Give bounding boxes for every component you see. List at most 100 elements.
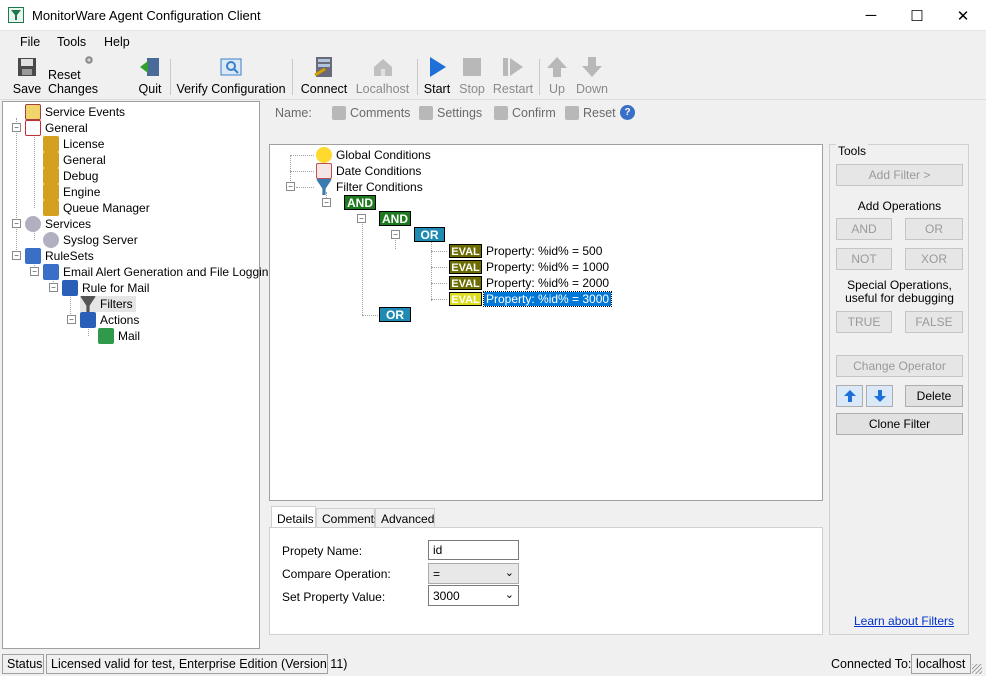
quit-button[interactable]: Quit [135, 55, 165, 99]
settings-icon [419, 106, 433, 120]
tab-comments[interactable]: Comments [316, 508, 380, 528]
special-operations-sublabel: useful for debugging [845, 291, 954, 305]
expander-and-2[interactable]: − [357, 214, 366, 223]
delete-button[interactable]: Delete [905, 385, 963, 407]
operator-or-nested[interactable]: OR [414, 227, 445, 242]
tree-rulesets[interactable]: RuleSets [25, 248, 94, 264]
property-condition-selected[interactable]: Property: %id% = 3000 [482, 291, 613, 307]
stop-icon [463, 58, 481, 76]
expander-rulesets[interactable]: − [12, 251, 21, 260]
tree-general[interactable]: General [25, 120, 88, 136]
maximize-button[interactable]: ☐ [894, 0, 940, 31]
localhost-button[interactable]: Localhost [355, 55, 410, 99]
tree-actions[interactable]: Actions [80, 312, 139, 328]
settings-button[interactable]: Settings [419, 106, 482, 120]
tree-syslog-server[interactable]: Syslog Server [43, 232, 138, 248]
operator-and-root[interactable]: AND [344, 195, 376, 210]
property-name-input[interactable]: id [428, 540, 519, 560]
close-button[interactable]: ✕ [940, 0, 986, 31]
property-condition[interactable]: Property: %id% = 2000 [486, 276, 609, 290]
operator-or-root[interactable]: OR [379, 307, 411, 322]
expander-actions[interactable]: − [67, 315, 76, 324]
start-button[interactable]: Start [422, 55, 452, 99]
reset-icon [85, 56, 93, 64]
tree-engine[interactable]: Engine [43, 184, 100, 200]
shield-gear-icon [43, 168, 59, 184]
menu-help[interactable]: Help [104, 35, 130, 49]
name-label: Name: [275, 106, 312, 120]
tab-advanced[interactable]: Advanced [375, 508, 435, 528]
tab-details[interactable]: Details [271, 506, 316, 527]
special-operations-label: Special Operations, [847, 278, 952, 292]
expander-ruleset-email[interactable]: − [30, 267, 39, 276]
tree-debug[interactable]: Debug [43, 168, 98, 184]
add-filter-button[interactable]: Add Filter > [836, 164, 963, 186]
eval-badge[interactable]: EVAL [449, 276, 482, 290]
connect-button[interactable]: Connect [299, 55, 349, 99]
tree-ruleset-email[interactable]: Email Alert Generation and File Logging [43, 264, 275, 280]
tree-queue-manager[interactable]: Queue Manager [43, 200, 150, 216]
confirm-button[interactable]: Confirm [494, 106, 556, 120]
expander-rule-for-mail[interactable]: − [49, 283, 58, 292]
up-button[interactable]: Up [543, 55, 571, 99]
clone-filter-button[interactable]: Clone Filter [836, 413, 963, 435]
not-button[interactable]: NOT [836, 248, 892, 270]
verify-configuration-button[interactable]: Verify Configuration [176, 55, 286, 99]
home-icon [373, 59, 392, 76]
property-condition[interactable]: Property: %id% = 1000 [486, 260, 609, 274]
status-label: Status [2, 654, 44, 674]
toolbar: Save Reset Changes Quit Verify Configura… [0, 53, 986, 100]
compare-operation-select[interactable]: = ⌄ [428, 563, 519, 584]
set-property-value-combo[interactable]: 3000 ⌄ [428, 585, 519, 606]
shield-gear-icon [43, 152, 59, 168]
expander-general[interactable]: − [12, 123, 21, 132]
xor-button[interactable]: XOR [905, 248, 963, 270]
false-button[interactable]: FALSE [905, 311, 963, 333]
operator-and-nested[interactable]: AND [379, 211, 411, 226]
tree-services[interactable]: Services [25, 216, 91, 232]
resize-grip-icon[interactable] [972, 664, 982, 674]
expander-or-1[interactable]: − [391, 230, 400, 239]
and-button[interactable]: AND [836, 218, 892, 240]
menu-file[interactable]: File [20, 35, 40, 49]
tree-mail[interactable]: Mail [98, 328, 140, 344]
stop-button[interactable]: Stop [457, 55, 487, 99]
date-conditions-node[interactable]: Date Conditions [316, 163, 421, 179]
connected-host: localhost [911, 654, 971, 674]
menu-tools[interactable]: Tools [57, 35, 86, 49]
comments-icon [332, 106, 346, 120]
change-operator-button[interactable]: Change Operator [836, 355, 963, 377]
connected-to-label: Connected To: [831, 657, 912, 671]
expander-filter-conditions[interactable]: − [286, 182, 295, 191]
global-conditions-node[interactable]: Global Conditions [316, 147, 431, 163]
down-button[interactable]: Down [575, 55, 609, 99]
reset-changes-button[interactable]: Reset Changes [48, 55, 130, 99]
move-up-button[interactable] [836, 385, 863, 407]
tree-filters[interactable]: Filters [80, 296, 136, 312]
learn-about-filters-link[interactable]: Learn about Filters [854, 614, 954, 628]
filter-conditions-node[interactable]: Filter Conditions [316, 179, 423, 195]
reset-button[interactable]: Reset [565, 106, 616, 120]
eval-badge-selected[interactable]: EVAL [449, 292, 482, 306]
or-button[interactable]: OR [905, 218, 963, 240]
tree-license[interactable]: License [43, 136, 104, 152]
quit-label: Quit [138, 82, 162, 96]
property-condition[interactable]: Property: %id% = 500 [486, 244, 602, 258]
tree-rule-for-mail[interactable]: Rule for Mail [62, 280, 149, 296]
restart-button[interactable]: Restart [492, 55, 534, 99]
comments-button[interactable]: Comments [332, 106, 410, 120]
expander-and-1[interactable]: − [322, 198, 331, 207]
chevron-down-icon: ⌄ [504, 567, 514, 579]
expander-services[interactable]: − [12, 219, 21, 228]
tree-service-events[interactable]: Service Events [25, 104, 125, 120]
set-property-value-label: Set Property Value: [282, 590, 386, 604]
eval-badge[interactable]: EVAL [449, 260, 482, 274]
eval-badge[interactable]: EVAL [449, 244, 482, 258]
move-down-button[interactable] [866, 385, 893, 407]
minimize-button[interactable]: ─ [848, 0, 894, 31]
true-button[interactable]: TRUE [836, 311, 892, 333]
reset-changes-label: Reset Changes [48, 68, 99, 96]
help-icon[interactable]: ? [620, 105, 635, 120]
tree-general-settings[interactable]: General [43, 152, 106, 168]
save-button[interactable]: Save [12, 55, 42, 99]
